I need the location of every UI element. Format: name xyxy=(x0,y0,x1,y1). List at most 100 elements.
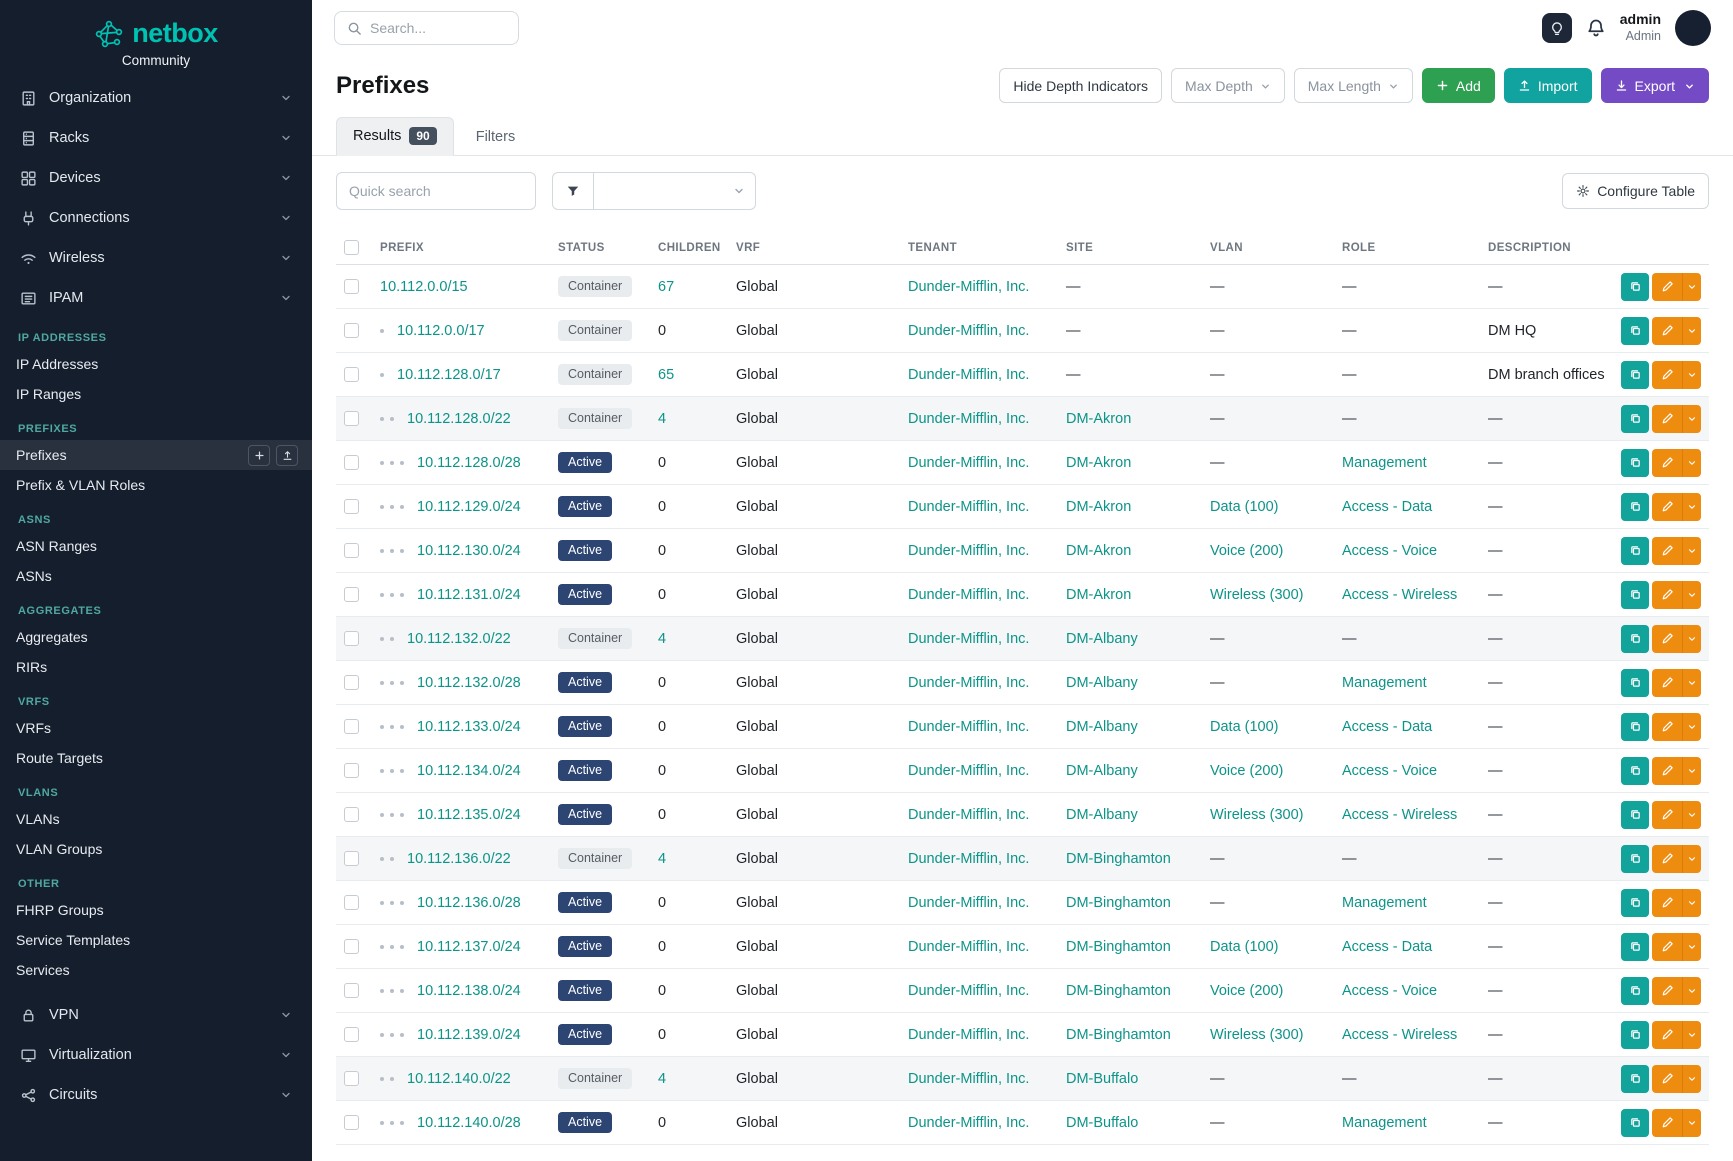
site-link[interactable]: DM-Binghamton xyxy=(1066,939,1171,955)
children-count-link[interactable]: 4 xyxy=(658,411,666,427)
prefix-link[interactable]: 10.112.0.0/17 xyxy=(397,323,485,339)
notifications-bell-icon[interactable] xyxy=(1586,18,1606,38)
role-link[interactable]: Access - Data xyxy=(1342,939,1432,955)
sidebar-item-devices[interactable]: Devices xyxy=(0,158,312,198)
sidebar-item-organization[interactable]: Organization xyxy=(0,78,312,118)
site-link[interactable]: DM-Albany xyxy=(1066,719,1138,735)
edit-button[interactable] xyxy=(1652,757,1682,785)
children-count-link[interactable]: 4 xyxy=(658,1071,666,1087)
edit-dropdown-button[interactable] xyxy=(1682,801,1701,829)
sidebar-item-fhrp-groups[interactable]: FHRP Groups xyxy=(0,895,312,925)
edit-dropdown-button[interactable] xyxy=(1682,405,1701,433)
tenant-link[interactable]: Dunder-Mifflin, Inc. xyxy=(908,411,1029,427)
edit-dropdown-button[interactable] xyxy=(1682,757,1701,785)
edit-button[interactable] xyxy=(1652,801,1682,829)
row-checkbox[interactable] xyxy=(344,499,359,514)
clone-button[interactable] xyxy=(1621,669,1649,697)
column-header-status[interactable]: STATUS xyxy=(550,230,650,265)
tenant-link[interactable]: Dunder-Mifflin, Inc. xyxy=(908,1027,1029,1043)
site-link[interactable]: DM-Albany xyxy=(1066,807,1138,823)
edit-button[interactable] xyxy=(1652,889,1682,917)
edit-dropdown-button[interactable] xyxy=(1682,361,1701,389)
children-count-link[interactable]: 65 xyxy=(658,367,674,383)
site-link[interactable]: DM-Albany xyxy=(1066,763,1138,779)
row-checkbox[interactable] xyxy=(344,411,359,426)
prefix-link[interactable]: 10.112.129.0/24 xyxy=(417,499,521,515)
sidebar-item-rirs[interactable]: RIRs xyxy=(0,652,312,682)
row-checkbox[interactable] xyxy=(344,455,359,470)
edit-button[interactable] xyxy=(1652,493,1682,521)
column-header-children[interactable]: CHILDREN xyxy=(650,230,728,265)
edit-button[interactable] xyxy=(1652,845,1682,873)
clone-button[interactable] xyxy=(1621,713,1649,741)
tenant-link[interactable]: Dunder-Mifflin, Inc. xyxy=(908,851,1029,867)
tab-filters[interactable]: Filters xyxy=(460,120,531,155)
row-checkbox[interactable] xyxy=(344,631,359,646)
edit-button[interactable] xyxy=(1652,273,1682,301)
clone-button[interactable] xyxy=(1621,1109,1649,1137)
prefix-link[interactable]: 10.112.135.0/24 xyxy=(417,807,521,823)
tenant-link[interactable]: Dunder-Mifflin, Inc. xyxy=(908,455,1029,471)
edit-button[interactable] xyxy=(1652,625,1682,653)
clone-button[interactable] xyxy=(1621,317,1649,345)
global-search-input[interactable] xyxy=(370,20,490,36)
sidebar-item-asn-ranges[interactable]: ASN Ranges xyxy=(0,531,312,561)
avatar[interactable] xyxy=(1675,10,1711,46)
site-link[interactable]: DM-Binghamton xyxy=(1066,851,1171,867)
prefix-link[interactable]: 10.112.131.0/24 xyxy=(417,587,521,603)
clone-button[interactable] xyxy=(1621,405,1649,433)
tenant-link[interactable]: Dunder-Mifflin, Inc. xyxy=(908,1115,1029,1131)
role-link[interactable]: Management xyxy=(1342,455,1427,471)
max-depth-select[interactable]: Max Depth xyxy=(1171,68,1285,103)
global-search[interactable] xyxy=(334,11,519,45)
saved-filter-select[interactable] xyxy=(594,172,756,210)
prefix-link[interactable]: 10.112.134.0/24 xyxy=(417,763,521,779)
tenant-link[interactable]: Dunder-Mifflin, Inc. xyxy=(908,543,1029,559)
role-link[interactable]: Access - Voice xyxy=(1342,543,1437,559)
vlan-link[interactable]: Voice (200) xyxy=(1210,543,1283,559)
row-checkbox[interactable] xyxy=(344,1071,359,1086)
edit-dropdown-button[interactable] xyxy=(1682,1021,1701,1049)
prefix-link[interactable]: 10.112.136.0/28 xyxy=(417,895,521,911)
role-link[interactable]: Access - Data xyxy=(1342,719,1432,735)
sidebar-item-vrfs[interactable]: VRFs xyxy=(0,713,312,743)
hide-depth-indicators-button[interactable]: Hide Depth Indicators xyxy=(999,68,1162,103)
clone-button[interactable] xyxy=(1621,361,1649,389)
sidebar-item-prefixes[interactable]: Prefixes xyxy=(0,440,312,470)
clone-button[interactable] xyxy=(1621,757,1649,785)
filter-funnel-button[interactable] xyxy=(552,172,594,210)
edit-dropdown-button[interactable] xyxy=(1682,1109,1701,1137)
import-button[interactable]: Import xyxy=(1504,68,1592,103)
column-header-prefix[interactable]: PREFIX xyxy=(372,230,550,265)
export-button[interactable]: Export xyxy=(1601,68,1709,103)
select-all-checkbox[interactable] xyxy=(344,240,359,255)
tenant-link[interactable]: Dunder-Mifflin, Inc. xyxy=(908,675,1029,691)
edit-button[interactable] xyxy=(1652,405,1682,433)
row-checkbox[interactable] xyxy=(344,939,359,954)
column-header-description[interactable]: DESCRIPTION xyxy=(1480,230,1613,265)
children-count-link[interactable]: 4 xyxy=(658,851,666,867)
role-link[interactable]: Management xyxy=(1342,895,1427,911)
edit-button[interactable] xyxy=(1652,669,1682,697)
sidebar-item-connections[interactable]: Connections xyxy=(0,198,312,238)
edit-dropdown-button[interactable] xyxy=(1682,713,1701,741)
edit-dropdown-button[interactable] xyxy=(1682,889,1701,917)
sidebar-item-prefix-vlan-roles[interactable]: Prefix & VLAN Roles xyxy=(0,470,312,500)
edit-dropdown-button[interactable] xyxy=(1682,933,1701,961)
prefix-link[interactable]: 10.112.132.0/22 xyxy=(407,631,511,647)
row-checkbox[interactable] xyxy=(344,367,359,382)
sidebar-item-services[interactable]: Services xyxy=(0,955,312,985)
edit-button[interactable] xyxy=(1652,1021,1682,1049)
edit-button[interactable] xyxy=(1652,537,1682,565)
column-header-role[interactable]: ROLE xyxy=(1334,230,1480,265)
row-checkbox[interactable] xyxy=(344,807,359,822)
prefix-link[interactable]: 10.112.140.0/28 xyxy=(417,1115,521,1131)
column-header-vrf[interactable]: VRF xyxy=(728,230,900,265)
role-link[interactable]: Access - Wireless xyxy=(1342,1027,1457,1043)
clone-button[interactable] xyxy=(1621,449,1649,477)
edit-button[interactable] xyxy=(1652,361,1682,389)
vlan-link[interactable]: Data (100) xyxy=(1210,719,1279,735)
edit-button[interactable] xyxy=(1652,977,1682,1005)
sidebar-item-virtualization[interactable]: Virtualization xyxy=(0,1035,312,1075)
site-link[interactable]: DM-Albany xyxy=(1066,631,1138,647)
